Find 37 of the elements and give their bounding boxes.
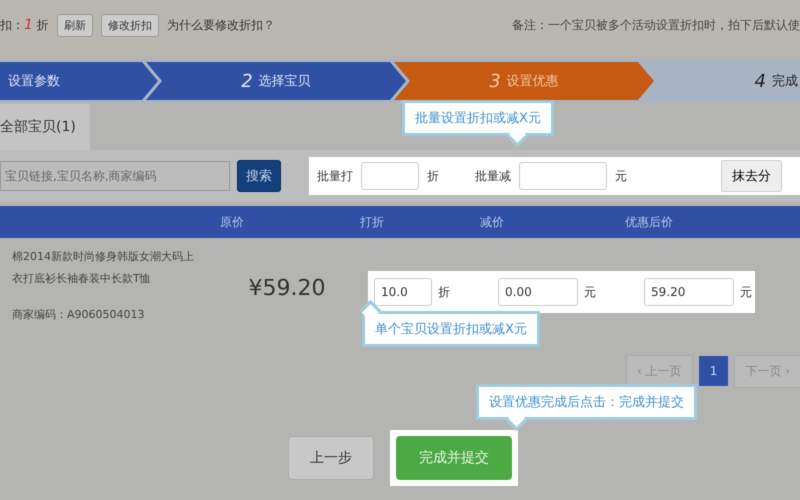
progress-step: 2 选择宝贝	[146, 62, 406, 100]
refresh-button[interactable]: 刷新	[56, 14, 93, 36]
reduce-input[interactable]: 0.00	[498, 278, 578, 306]
unit-label: 元	[615, 168, 627, 184]
discount-input[interactable]: 10.0	[374, 278, 432, 306]
discount-input[interactable]	[361, 162, 419, 190]
price: ¥59.20	[248, 276, 326, 301]
column-header: 优惠后价	[625, 214, 674, 230]
unit-label: 折	[427, 168, 439, 184]
reduce-input[interactable]	[519, 162, 607, 190]
unit-label: 折	[438, 284, 450, 300]
unit-label: 元	[740, 284, 752, 300]
label: 批量打	[317, 168, 353, 184]
progress-step: 4 完成	[654, 62, 800, 100]
note-text: 备注：一个宝贝被多个活动设置折扣时，拍下后默认使	[512, 16, 800, 34]
tooltip: 批量设置折扣或减X元	[402, 100, 554, 145]
unit-label: 元	[584, 284, 596, 300]
search-button[interactable]: 搜索	[237, 160, 281, 192]
column-header: 原价	[220, 214, 245, 230]
column-header: 打折	[360, 214, 385, 230]
edit-discount-button[interactable]: 修改折扣	[100, 14, 159, 36]
back-button[interactable]: 上一步	[288, 436, 374, 480]
column-header: 减价	[480, 214, 505, 230]
search-field[interactable]: 宝贝链接,宝贝名称,商家编码	[0, 161, 230, 191]
help-link[interactable]: 为什么要修改折扣？	[166, 16, 275, 34]
progress-step: 设置参数	[0, 62, 158, 100]
page-button[interactable]: 1	[698, 356, 728, 386]
discount-text: 扣：1 折	[0, 16, 49, 34]
product-code: 商家编码：A9060504013	[12, 307, 146, 323]
round-button[interactable]: 抹去分	[721, 160, 782, 192]
product-title: 棉2014新款时尚修身韩版女潮大码上衣打底衫长袖春装中长款T恤	[12, 249, 195, 287]
progress-step: 3 设置优惠	[394, 62, 654, 100]
tooltip: 单个宝贝设置折扣或减X元	[362, 302, 540, 347]
label: 批量减	[475, 168, 511, 184]
tooltip: 设置优惠完成后点击：完成并提交	[476, 384, 697, 429]
tab[interactable]: 全部宝贝(1)	[0, 104, 90, 150]
final-price-input[interactable]: 59.20	[644, 278, 734, 306]
